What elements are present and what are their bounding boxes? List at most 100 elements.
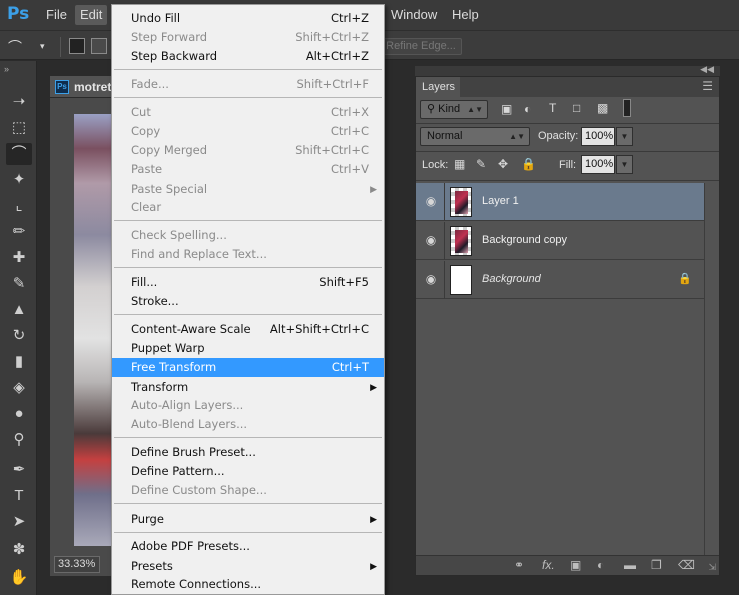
menu-item-label: Step Forward — [131, 30, 208, 44]
blend-mode-select[interactable]: Normal ▲▼ — [420, 127, 530, 146]
blur-tool-icon[interactable]: ● — [6, 403, 32, 425]
hand-tool-icon[interactable]: ✋ — [6, 567, 32, 589]
new-group-icon[interactable]: ▬ — [624, 558, 636, 572]
link-layers-icon[interactable]: ⚭ — [514, 558, 524, 572]
dodge-tool-icon[interactable]: ⚲ — [6, 429, 32, 451]
menu-item-copy[interactable]: Copy Ctrl+C — [112, 122, 384, 141]
menu-item-purge[interactable]: Purge ▶ — [112, 510, 384, 529]
menu-window[interactable]: Window — [386, 5, 442, 25]
menu-item-check-spelling[interactable]: Check Spelling... — [112, 226, 384, 245]
magic-wand-icon[interactable]: ✦ — [6, 169, 32, 191]
menu-item-free-transform[interactable]: Free Transform Ctrl+T — [112, 358, 384, 377]
history-brush-icon[interactable]: ↻ — [6, 325, 32, 347]
new-layer-icon[interactable]: ❐ — [651, 558, 662, 572]
filter-pixel-icon[interactable]: ▣ — [501, 102, 512, 116]
menu-item-label: Clear — [131, 200, 162, 214]
layer-row[interactable]: ◉ Background 🔒 — [416, 261, 704, 299]
panel-menu-icon[interactable]: ☰ — [702, 79, 713, 93]
filter-adjustment-icon[interactable]: ◐ — [524, 102, 531, 116]
menu-item-step-forward[interactable]: Step Forward Shift+Ctrl+Z — [112, 28, 384, 47]
collapse-icon[interactable]: ◀◀ — [700, 64, 714, 75]
menu-item-presets[interactable]: Presets ▶ — [112, 557, 384, 576]
fill-field[interactable]: 100% — [581, 155, 615, 174]
menu-help[interactable]: Help — [447, 5, 484, 25]
menu-item-remote-connections[interactable]: Remote Connections... — [112, 575, 384, 594]
resize-grip-icon[interactable]: ⇲ — [708, 562, 716, 573]
menu-item-undo-fill[interactable]: Undo Fill Ctrl+Z — [112, 9, 384, 28]
opacity-field[interactable]: 100% — [581, 127, 615, 146]
layers-scrollbar[interactable] — [704, 183, 719, 555]
lasso-icon[interactable]: ⌒ — [8, 37, 22, 55]
lock-transparent-icon[interactable]: ▦ — [454, 157, 465, 171]
menu-item-step-backward[interactable]: Step Backward Alt+Ctrl+Z — [112, 47, 384, 66]
pen-tool-icon[interactable]: ✒ — [6, 459, 32, 481]
eye-icon[interactable]: ◉ — [423, 233, 439, 247]
tab-layers[interactable]: Layers — [416, 77, 460, 97]
filter-smart-object-icon[interactable]: ▩ — [597, 101, 608, 115]
menu-item-paste[interactable]: Paste Ctrl+V — [112, 160, 384, 179]
menu-item-fill[interactable]: Fill... Shift+F5 — [112, 273, 384, 292]
paint-bucket-icon[interactable]: ◈ — [6, 377, 32, 399]
crop-tool-icon[interactable]: ⌞ — [6, 195, 32, 217]
type-tool-icon[interactable]: T — [6, 485, 32, 507]
fx-icon[interactable]: fx. — [542, 558, 555, 572]
lock-image-icon[interactable]: ✎ — [476, 157, 486, 171]
trash-icon[interactable]: ⌫ — [678, 558, 695, 572]
menu-item-auto-blend[interactable]: Auto-Blend Layers... — [112, 415, 384, 434]
menu-item-transform[interactable]: Transform ▶ — [112, 378, 384, 397]
document-tab[interactable]: Ps motret — [50, 76, 114, 98]
menu-item-clear[interactable]: Clear — [112, 198, 384, 217]
divider — [416, 180, 719, 181]
brush-tool-icon[interactable]: ✎ — [6, 273, 32, 295]
add-to-selection-icon[interactable] — [91, 38, 107, 54]
menu-item-cut[interactable]: Cut Ctrl+X — [112, 103, 384, 122]
lock-all-icon[interactable]: 🔒 — [521, 157, 536, 171]
menu-item-pdf-presets[interactable]: Adobe PDF Presets... — [112, 537, 384, 556]
menu-item-content-aware-scale[interactable]: Content-Aware Scale Alt+Shift+Ctrl+C — [112, 320, 384, 339]
eye-icon[interactable]: ◉ — [423, 272, 439, 286]
filter-toggle-icon[interactable] — [623, 99, 631, 117]
chevron-down-icon[interactable]: ▾ — [40, 41, 45, 59]
menu-separator — [114, 220, 382, 221]
menu-item-label: Undo Fill — [131, 11, 181, 25]
eraser-icon[interactable]: ▮ — [6, 351, 32, 373]
clone-stamp-icon[interactable]: ▲ — [6, 299, 32, 321]
marquee-tool-icon[interactable]: ⬚ — [6, 117, 32, 139]
filter-kind-select[interactable]: ⚲ Kind ▲▼ — [420, 100, 488, 119]
healing-brush-icon[interactable]: ✚ — [6, 247, 32, 269]
menu-edit[interactable]: Edit — [75, 5, 108, 25]
menu-item-copy-merged[interactable]: Copy Merged Shift+Ctrl+C — [112, 141, 384, 160]
zoom-level-field[interactable]: 33.33% — [54, 556, 100, 573]
collapse-icon[interactable]: » — [4, 64, 9, 74]
opacity-dropdown-icon[interactable]: ▼ — [616, 127, 633, 146]
menu-item-auto-align[interactable]: Auto-Align Layers... — [112, 396, 384, 415]
menu-item-find-replace[interactable]: Find and Replace Text... — [112, 245, 384, 264]
add-mask-icon[interactable]: ▣ — [570, 558, 581, 572]
menu-item-shortcut: Ctrl+C — [330, 124, 369, 138]
new-selection-icon[interactable] — [69, 38, 85, 54]
menu-file[interactable]: File — [41, 5, 72, 25]
menu-item-define-brush[interactable]: Define Brush Preset... — [112, 443, 384, 462]
menu-item-define-shape[interactable]: Define Custom Shape... — [112, 481, 384, 500]
menu-item-paste-special[interactable]: Paste Special ▶ — [112, 180, 384, 199]
filter-shape-icon[interactable]: □ — [573, 101, 580, 115]
lock-position-icon[interactable]: ✥ — [498, 157, 508, 171]
layer-row[interactable]: ◉ Background copy — [416, 222, 704, 260]
lasso-tool-icon[interactable]: ⌒ — [6, 143, 32, 165]
eye-icon[interactable]: ◉ — [423, 194, 439, 208]
refine-edge-button[interactable]: Refine Edge... — [380, 38, 462, 55]
shape-tool-icon[interactable]: ✽ — [6, 539, 32, 561]
menu-item-stroke[interactable]: Stroke... — [112, 292, 384, 311]
fill-dropdown-icon[interactable]: ▼ — [616, 155, 633, 174]
filter-type-icon[interactable]: T — [549, 101, 556, 115]
adjustment-layer-icon[interactable]: ◐ — [597, 558, 604, 572]
move-tool-icon[interactable]: ➝ — [6, 91, 32, 113]
menu-item-define-pattern[interactable]: Define Pattern... — [112, 462, 384, 481]
eyedropper-icon[interactable]: ✏ — [6, 221, 32, 243]
menu-item-puppet-warp[interactable]: Puppet Warp — [112, 339, 384, 358]
menu-item-fade[interactable]: Fade... Shift+Ctrl+F — [112, 75, 384, 94]
path-selection-icon[interactable]: ➤ — [6, 511, 32, 533]
canvas-image[interactable] — [74, 114, 114, 546]
menu-item-label: Fill... — [131, 275, 158, 289]
layer-row[interactable]: ◉ Layer 1 — [416, 183, 704, 221]
